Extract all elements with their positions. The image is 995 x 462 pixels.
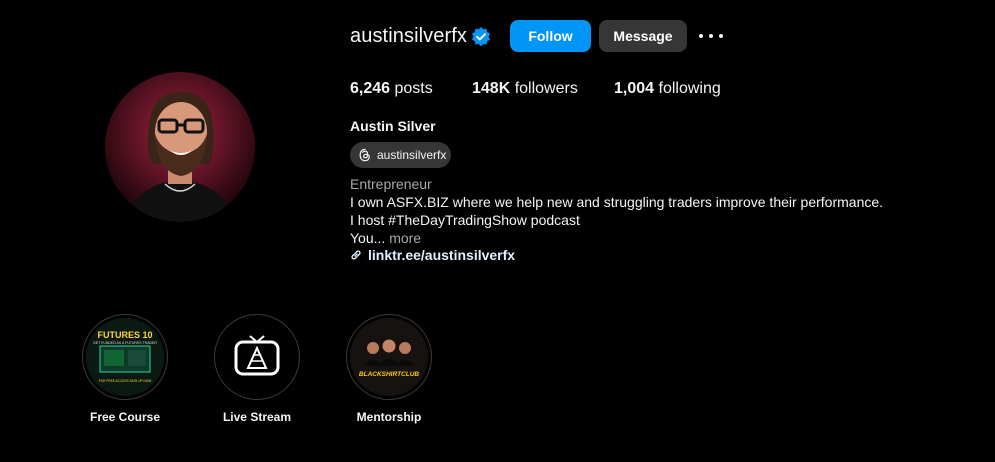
follow-button[interactable]: Follow xyxy=(510,20,591,52)
followers-count: 148K xyxy=(472,80,511,97)
threads-badge[interactable]: austinsilverfx xyxy=(350,142,451,168)
highlight-ring: FUTURES 10 GET FUNDED AS A FUTURES TRADE… xyxy=(82,314,168,400)
highlight-cover-subtitle: GET FUNDED AS A FUTURES TRADER xyxy=(93,341,157,345)
more-options-icon[interactable] xyxy=(699,26,723,46)
bio-line-1: I own ASFX.BIZ where we help new and str… xyxy=(350,194,884,210)
tv-icon xyxy=(234,335,280,376)
highlight-cover-cta: FOR FREE ACCESS SIGN UP NOW xyxy=(99,379,152,383)
highlight-live-stream[interactable]: Live Stream xyxy=(214,314,300,424)
profile-link-text: linktr.ee/austinsilverfx xyxy=(368,247,516,263)
highlight-free-course[interactable]: FUTURES 10 GET FUNDED AS A FUTURES TRADE… xyxy=(82,314,168,424)
bio-more-link[interactable]: more xyxy=(389,230,421,246)
following-label: following xyxy=(658,80,721,97)
full-name: Austin Silver xyxy=(350,118,436,134)
posts-stat: 6,246 posts xyxy=(350,80,433,98)
highlight-cover-text: BLACKSHIRTCLUB xyxy=(359,371,419,378)
profile-link[interactable]: linktr.ee/austinsilverfx xyxy=(350,247,515,263)
posts-label: posts xyxy=(394,80,433,97)
highlight-label: Live Stream xyxy=(222,410,292,424)
highlight-label: Mentorship xyxy=(356,410,422,424)
following-stat[interactable]: 1,004 following xyxy=(614,80,721,98)
followers-label: followers xyxy=(514,80,578,97)
highlight-ring: BLACKSHIRTCLUB xyxy=(346,314,432,400)
followers-stat[interactable]: 148K followers xyxy=(472,80,578,98)
message-button[interactable]: Message xyxy=(599,20,687,52)
bio-line-3: You... more xyxy=(350,230,421,246)
posts-count: 6,246 xyxy=(350,80,391,97)
threads-icon xyxy=(359,148,370,162)
highlight-cover-mentorship: BLACKSHIRTCLUB xyxy=(350,318,428,396)
highlight-cover-live-stream xyxy=(218,318,296,396)
category-label: Entrepreneur xyxy=(350,176,432,192)
highlight-label: Free Course xyxy=(89,410,161,424)
verified-badge-icon xyxy=(472,27,490,47)
highlight-mentorship[interactable]: BLACKSHIRTCLUB Mentorship xyxy=(346,314,432,424)
link-icon xyxy=(351,250,361,260)
highlight-ring xyxy=(214,314,300,400)
username: austinsilverfx xyxy=(350,25,467,47)
threads-handle: austinsilverfx xyxy=(377,148,447,162)
following-count: 1,004 xyxy=(614,80,655,97)
bio-truncated-text: You... xyxy=(350,230,386,246)
highlight-cover-title: FUTURES 10 xyxy=(97,330,152,340)
highlight-cover-free-course: FUTURES 10 GET FUNDED AS A FUTURES TRADE… xyxy=(86,318,164,396)
profile-avatar[interactable] xyxy=(105,72,255,222)
bio-line-2: I host #TheDayTradingShow podcast xyxy=(350,212,580,228)
